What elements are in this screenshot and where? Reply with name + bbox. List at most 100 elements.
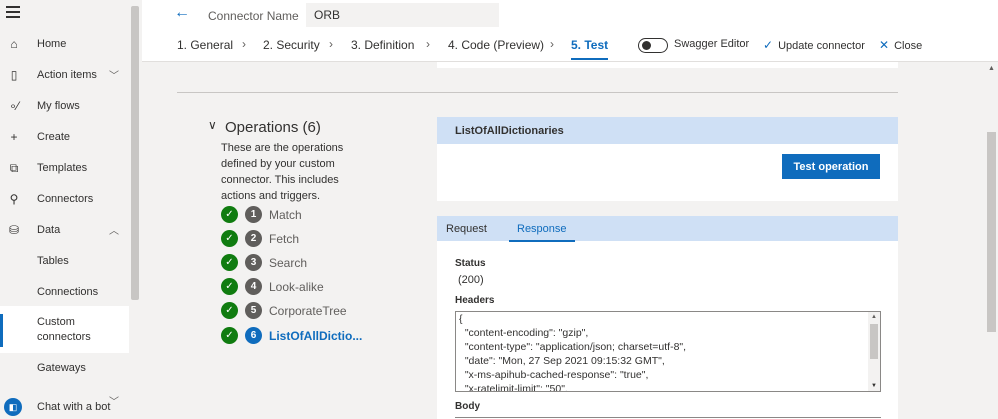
chevron-up-icon[interactable]: ︿	[109, 222, 119, 237]
operation-item[interactable]: ✓ 2 Fetch	[221, 229, 381, 249]
chevron-down-icon[interactable]: ∨	[208, 118, 217, 132]
scroll-down-icon[interactable]: ▼	[871, 383, 877, 389]
connector-name-label: Connector Name	[208, 9, 299, 23]
operation-name: CorporateTree	[269, 304, 347, 318]
step-code-preview[interactable]: 4. Code (Preview)	[448, 38, 544, 52]
close-icon: ✕	[879, 38, 890, 52]
checkmark-circle-icon: ✓	[221, 327, 238, 344]
headers-textarea[interactable]: { "content-encoding": "gzip", "content-t…	[455, 311, 881, 392]
operation-name: Look-alike	[269, 280, 324, 294]
nav-label: Tables	[37, 254, 69, 267]
step-security[interactable]: 2. Security	[263, 38, 320, 52]
nav-item-connectors[interactable]: ⚲ Connectors	[0, 183, 129, 214]
main-scrollbar-thumb[interactable]	[987, 132, 996, 332]
nav-label: Templates	[37, 161, 88, 174]
wizard-steps: 1. General › 2. Security › 3. Definition…	[142, 34, 998, 62]
nav-label: Gateways	[37, 361, 86, 374]
operation-number: 5	[245, 302, 262, 319]
step-test[interactable]: 5. Test	[571, 38, 609, 60]
checkmark-circle-icon: ✓	[221, 206, 238, 223]
operation-name: Search	[269, 256, 308, 270]
nav-label: My flows	[37, 99, 80, 112]
status-label: Status	[455, 258, 486, 269]
nav-label: Connections	[37, 285, 99, 298]
operation-item[interactable]: ✓ 5 CorporateTree	[221, 301, 381, 321]
nav-label: Create	[37, 130, 71, 143]
nav-item-tables[interactable]: Tables	[0, 245, 129, 276]
header-line: {	[459, 313, 463, 325]
nav-item-templates[interactable]: ⧉ Templates	[0, 152, 129, 183]
nav-item-connections[interactable]: Connections	[0, 276, 129, 307]
operation-name: Fetch	[269, 232, 300, 246]
update-connector-button[interactable]: ✓ Update connector	[763, 38, 865, 52]
headers-scrollbar[interactable]: ▲ ▼	[868, 312, 880, 391]
operation-number: 6	[245, 327, 262, 344]
chevron-down-icon[interactable]: ﹀	[109, 393, 119, 408]
hamburger-menu-icon[interactable]	[6, 6, 20, 18]
nav-item-create[interactable]: + Create	[0, 121, 129, 152]
panel-bottom-edge	[437, 62, 898, 68]
chevron-right-icon: ›	[550, 37, 554, 51]
operation-item[interactable]: ✓ 3 Search	[221, 253, 381, 273]
main-scrollbar[interactable]: ▲	[985, 62, 998, 419]
close-button[interactable]: ✕ Close	[879, 38, 922, 52]
swagger-editor-toggle[interactable]	[638, 38, 668, 53]
operation-header: ListOfAllDictionaries	[437, 117, 898, 144]
operation-name: Match	[269, 208, 302, 222]
checkmark-circle-icon: ✓	[221, 230, 238, 247]
step-definition[interactable]: 3. Definition	[351, 38, 414, 52]
tab-request[interactable]: Request	[446, 223, 487, 235]
nav-label: Connectors	[37, 192, 94, 205]
chevron-down-icon[interactable]: ﹀	[109, 67, 119, 82]
request-response-panel: Request Response Status (200) Headers { …	[437, 216, 898, 419]
flow-icon: ∘⁄	[9, 98, 19, 113]
header-line: "date": "Mon, 27 Sep 2021 09:15:32 GMT",	[459, 355, 665, 367]
nav-label: Home	[37, 37, 67, 50]
nav-item-custom-connectors[interactable]: Custom connectors	[0, 306, 129, 353]
chatbot-icon[interactable]: ◧	[4, 398, 22, 416]
step-general[interactable]: 1. General	[177, 38, 233, 52]
close-label: Close	[894, 40, 923, 52]
sidebar-scrollbar-thumb[interactable]	[131, 6, 139, 300]
operation-number: 2	[245, 230, 262, 247]
operation-name: ListOfAllDictio...	[269, 329, 363, 343]
status-value: (200)	[458, 274, 484, 286]
checkmark-circle-icon: ✓	[221, 254, 238, 271]
header-line: "x-ms-apihub-cached-response": "true",	[459, 369, 649, 381]
operation-number: 3	[245, 254, 262, 271]
operation-number: 4	[245, 278, 262, 295]
nav-item-home[interactable]: ⌂ Home	[0, 28, 129, 59]
scroll-up-icon[interactable]: ▲	[988, 65, 995, 72]
scroll-up-icon[interactable]: ▲	[871, 314, 877, 320]
nav-label: Custom connectors	[37, 315, 91, 343]
response-tabs: Request Response	[437, 216, 898, 242]
nav-item-gateways[interactable]: Gateways	[0, 352, 129, 383]
connector-icon: ⚲	[9, 191, 19, 206]
checkmark-circle-icon: ✓	[221, 278, 238, 295]
connector-name-input[interactable]	[306, 3, 499, 27]
toggle-knob	[642, 41, 651, 50]
chevron-right-icon: ›	[242, 37, 246, 51]
operations-description: These are the operations defined by your…	[221, 142, 344, 202]
nav-item-data[interactable]: ⛁ Data ︿	[0, 214, 129, 245]
headers-scrollbar-thumb[interactable]	[870, 324, 878, 359]
nav-item-action-items[interactable]: ▯ Action items ﹀	[0, 59, 129, 90]
header-line: "content-encoding": "gzip",	[459, 327, 589, 339]
operation-item[interactable]: ✓ 1 Match	[221, 205, 381, 225]
nav-item-my-flows[interactable]: ∘⁄ My flows	[0, 90, 129, 121]
chevron-right-icon: ›	[426, 37, 430, 51]
swagger-editor-label: Swagger Editor	[674, 38, 750, 50]
back-arrow-icon[interactable]: ←	[174, 4, 190, 22]
operation-item-selected[interactable]: ✓ 6 ListOfAllDictio...	[221, 326, 381, 346]
test-operation-button[interactable]: Test operation	[782, 154, 880, 179]
tab-response[interactable]: Response	[509, 223, 575, 242]
operation-number: 1	[245, 206, 262, 223]
home-icon: ⌂	[10, 36, 18, 51]
header-line: "x-ratelimit-limit": "50",	[459, 383, 568, 392]
body-label: Body	[455, 401, 480, 412]
operations-title[interactable]: Operations (6)	[225, 119, 321, 136]
nav-label: Action items	[37, 68, 97, 81]
operation-item[interactable]: ✓ 4 Look-alike	[221, 277, 381, 297]
checkmark-icon: ✓	[763, 38, 774, 52]
database-icon: ⛁	[8, 222, 20, 237]
